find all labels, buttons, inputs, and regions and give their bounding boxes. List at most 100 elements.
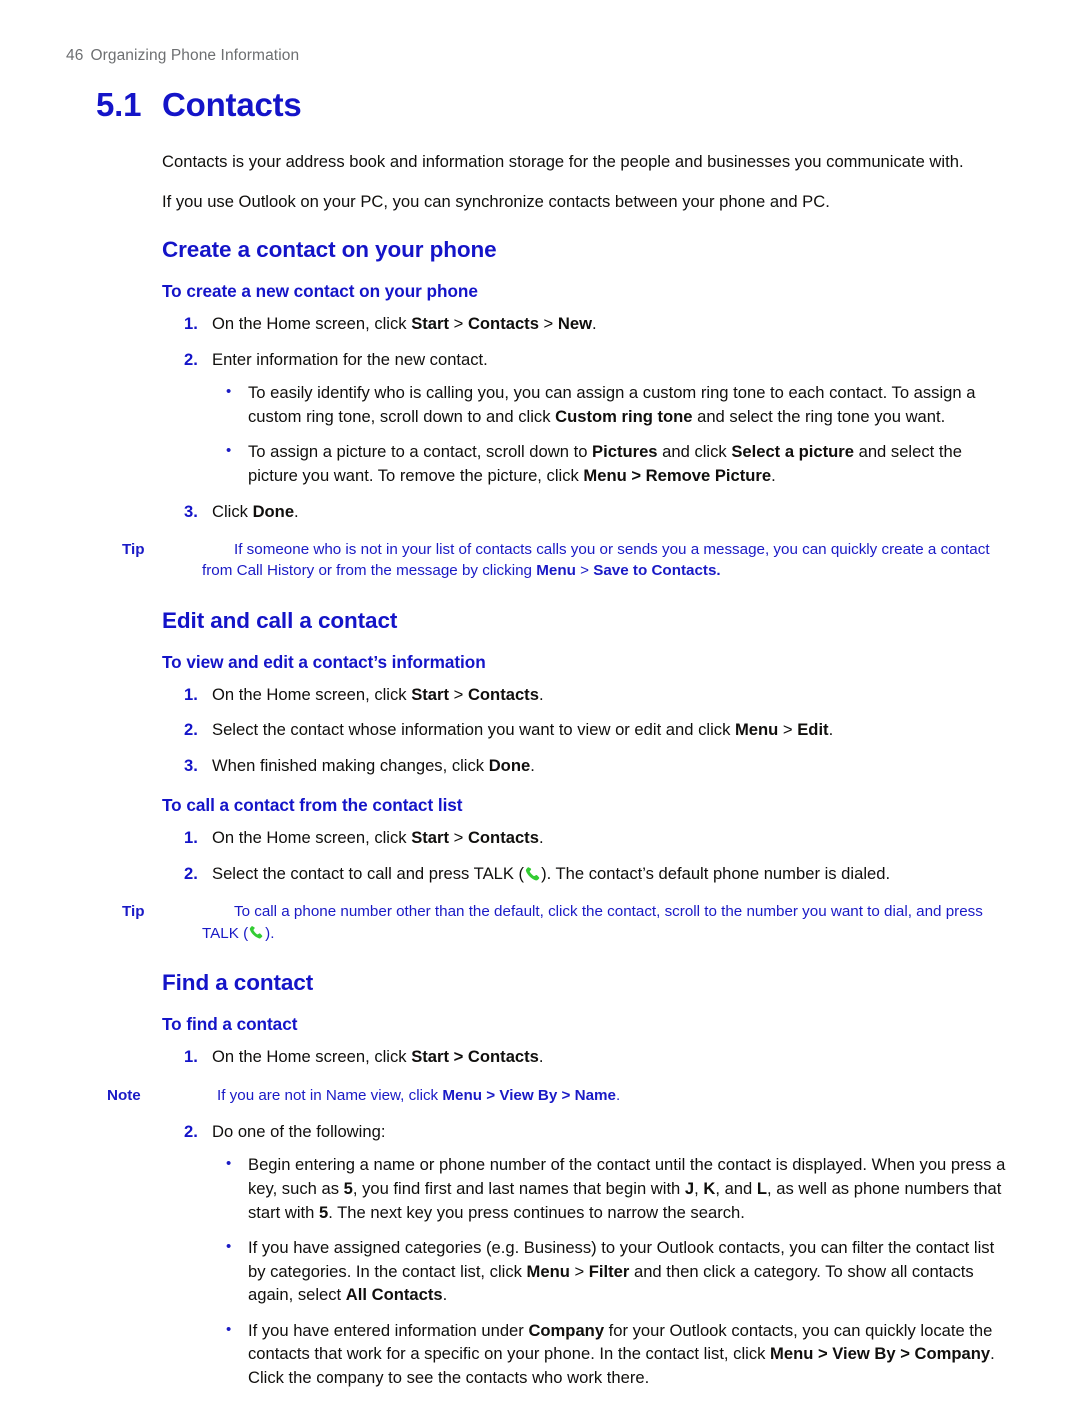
tip-text: To call a phone number other than the de…	[202, 901, 1016, 944]
keyword: Menu > Remove Picture	[583, 465, 772, 485]
bullet-text: To assign a picture to a contact, scroll…	[248, 442, 962, 485]
keyword: Contacts	[467, 314, 539, 334]
text-run: Select the contact to call and press TAL…	[212, 863, 525, 883]
tip-callout-call: Tip To call a phone number other than th…	[122, 901, 1016, 944]
text-run: and click	[657, 442, 732, 462]
text-run: On the Home screen, click	[212, 314, 412, 334]
bullet-text: If you have assigned categories (e.g. Bu…	[248, 1238, 994, 1304]
keyword: K	[703, 1178, 716, 1198]
step-item: 3. When finished making changes, click D…	[162, 754, 1016, 778]
keyword: Done	[488, 755, 531, 775]
step-marker: 2.	[184, 863, 198, 883]
step-item: 2. Select the contact to call and press …	[162, 862, 1016, 886]
list-item: • If you have entered information under …	[212, 1319, 1016, 1390]
step-text: Do one of the following:	[212, 1121, 386, 1141]
subsection-heading-view-edit: To view and edit a contact’s information	[162, 651, 486, 672]
keyword: Filter	[588, 1261, 630, 1281]
bullet-dot-icon: •	[226, 1320, 232, 1338]
steps-create-contact: 1. On the Home screen, click Start > Con…	[162, 312, 1016, 523]
body-column: Contacts is your address book and inform…	[107, 150, 1016, 1389]
text-run: and select the ring tone you want.	[692, 406, 946, 426]
list-item: • Begin entering a name or phone number …	[212, 1153, 1016, 1224]
section-heading-edit: Edit and call a contact	[162, 607, 398, 633]
step-marker: 3.	[184, 755, 198, 775]
page-content: 5.1 Contacts Contacts is your address bo…	[96, 86, 1016, 1401]
text-run: .	[591, 314, 597, 334]
subsection-heading-find: To find a contact	[162, 1014, 298, 1034]
step-text: On the Home screen, click Start > Contac…	[212, 1047, 544, 1066]
step-item: 1. On the Home screen, click Start > Con…	[162, 826, 1016, 850]
keyword: Start	[411, 314, 450, 334]
intro-paragraph-2: If you use Outlook on your PC, you can s…	[162, 191, 830, 211]
keyword: Pictures	[592, 442, 658, 462]
steps-view-edit-contact: 1. On the Home screen, click Start > Con…	[162, 683, 1016, 778]
text-run: On the Home screen, click	[212, 828, 412, 848]
step-text: On the Home screen, click Start > Contac…	[212, 685, 544, 704]
keyword: L	[756, 1178, 768, 1198]
step-text: When finished making changes, click Done…	[212, 756, 535, 775]
step-item: 2. Enter information for the new contact…	[162, 348, 1016, 488]
step-marker: 2.	[184, 1121, 198, 1141]
text-run: When finished making changes, click	[212, 755, 489, 775]
text-run: To call a phone number other than the de…	[202, 903, 983, 942]
keyword: Contacts	[467, 684, 539, 704]
note-label: Note	[107, 1086, 141, 1104]
keyword: New	[557, 314, 592, 334]
separator: >	[449, 314, 468, 334]
bullet-dot-icon: •	[226, 442, 232, 460]
step-item: 3. Click Done.	[162, 500, 1016, 524]
keyword: Start	[411, 828, 450, 848]
step-marker: 2.	[184, 720, 198, 740]
text-run: ). The contact’s default phone number is…	[541, 863, 891, 883]
list-item: • To easily identify who is calling you,…	[212, 381, 1016, 428]
tip-label: Tip	[122, 541, 145, 559]
step-text: On the Home screen, click Start > Contac…	[212, 314, 597, 333]
text-run: .	[538, 828, 544, 848]
step-marker: 1.	[184, 684, 198, 704]
tip-label: Tip	[122, 903, 145, 921]
keyword: Menu	[536, 562, 576, 580]
sub-bullets-find: • Begin entering a name or phone number …	[212, 1153, 1016, 1389]
bullet-text: To easily identify who is calling you, y…	[248, 383, 975, 426]
text-run: , you find first and last names that beg…	[352, 1178, 685, 1198]
list-item: • If you have assigned categories (e.g. …	[212, 1236, 1016, 1307]
text-run: .	[828, 720, 834, 740]
text-run: .	[538, 1047, 544, 1066]
keyword: 5	[343, 1178, 353, 1198]
separator: >	[449, 684, 468, 704]
keyword: Contacts	[467, 828, 539, 848]
section-heading-find: Find a contact	[162, 970, 314, 995]
step-item: 2. Select the contact whose information …	[162, 718, 1016, 742]
step-marker: 1.	[184, 1047, 198, 1066]
tip-text: If someone who is not in your list of co…	[202, 539, 1016, 582]
text-run: Click	[212, 501, 253, 521]
text-run: Select the contact whose information you…	[212, 720, 735, 740]
text-run: .	[442, 1285, 448, 1305]
keyword: Menu > View By > Company	[770, 1344, 991, 1364]
text-run: ).	[265, 924, 275, 942]
keyword: Menu	[734, 720, 779, 740]
text-run: On the Home screen, click	[212, 1047, 412, 1066]
running-header: 46 Organizing Phone Information	[66, 47, 299, 65]
keyword: Edit	[797, 720, 829, 740]
text-run: , and	[715, 1178, 757, 1198]
green-phone-handset-icon	[525, 866, 540, 881]
separator: >	[449, 828, 468, 848]
section-heading-create: Create a contact on your phone	[162, 237, 497, 263]
bullet-dot-icon: •	[226, 383, 232, 401]
keyword: Menu > View By > Name	[442, 1086, 616, 1104]
text-run: If you have entered information under	[248, 1320, 529, 1340]
text-run: . The next key you press continues to na…	[328, 1202, 745, 1222]
keyword: Menu	[526, 1261, 570, 1281]
keyword: Custom ring tone	[555, 406, 693, 426]
text-run: .	[294, 501, 299, 521]
chapter-number: 5.1	[96, 86, 142, 123]
step-text: Enter information for the new contact.	[212, 349, 488, 369]
bullet-text: Begin entering a name or phone number of…	[248, 1155, 1005, 1221]
step-item: 1. On the Home screen, click Start > Con…	[162, 1045, 1016, 1069]
subsection-heading-create-new: To create a new contact on your phone	[162, 281, 478, 302]
text-run: .	[538, 684, 544, 704]
step-item: 1. On the Home screen, click Start > Con…	[162, 312, 1016, 336]
page-number: 46	[66, 47, 84, 64]
steps-find-contact-part1: 1. On the Home screen, click Start > Con…	[162, 1045, 1016, 1069]
